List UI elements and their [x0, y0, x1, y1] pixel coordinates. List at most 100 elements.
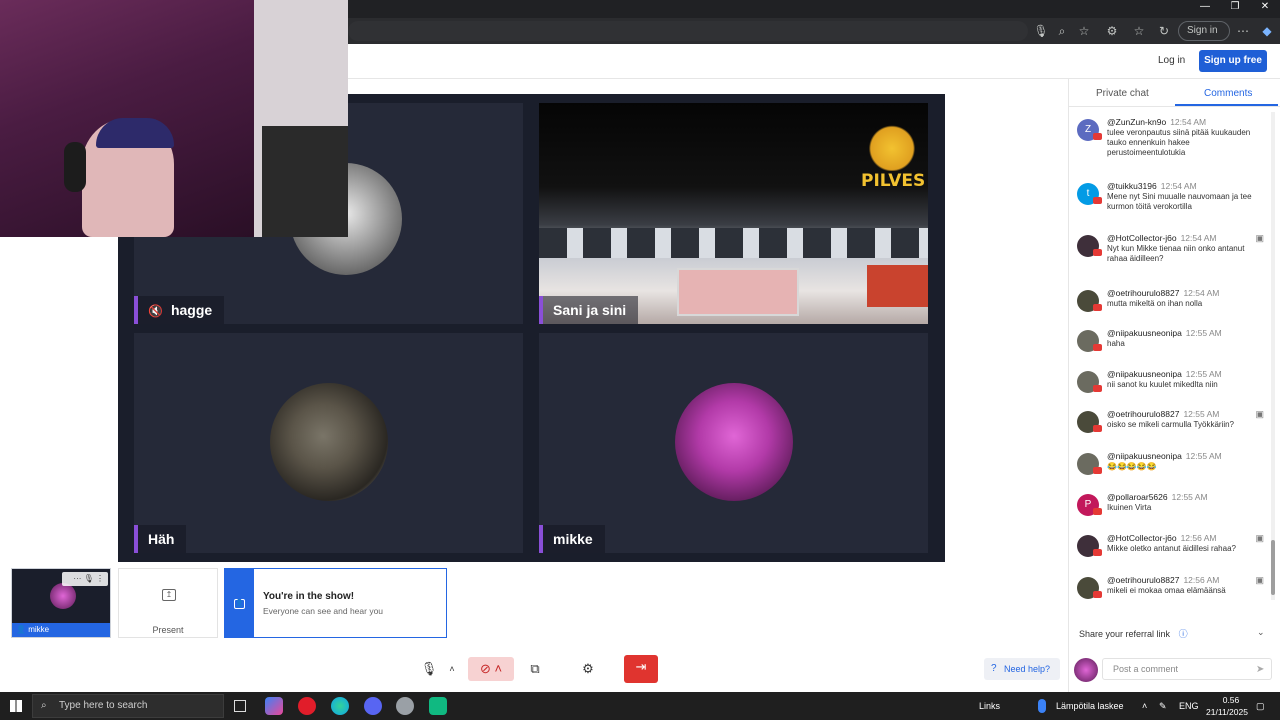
comment-text: Ikuinen Virta: [1107, 503, 1152, 512]
favorites-icon[interactable]: ☆: [1130, 22, 1148, 40]
leave-studio-button[interactable]: ⇥: [624, 655, 658, 683]
youtube-icon: [1093, 591, 1102, 598]
add-to-stage-icon[interactable]: ▣: [1255, 233, 1264, 244]
menu-icon[interactable]: ⋯: [1234, 22, 1252, 40]
close-window-button[interactable]: ✕: [1250, 0, 1280, 14]
participant-name-bar: mikke: [539, 525, 605, 553]
app-icon-edge[interactable]: [331, 697, 349, 715]
pen-icon[interactable]: ✎: [1159, 701, 1167, 712]
address-bar[interactable]: [348, 21, 1028, 41]
comment-item[interactable]: @oetrihourulo8827 12:55 AM oisko se mikeli…: [1077, 409, 1264, 447]
browser-signin-button[interactable]: Sign in: [1178, 21, 1230, 41]
comment-text: mutta mikeltä on ihan nolla: [1107, 299, 1203, 308]
referral-section[interactable]: Share your referral link ⓘ: [1079, 627, 1188, 640]
extensions-icon[interactable]: ⚙: [1103, 22, 1121, 40]
language-indicator[interactable]: ENG: [1179, 701, 1199, 711]
taskbar-search[interactable]: ⌕ Type here to search: [32, 694, 224, 718]
share-screen-icon: ⧉: [530, 661, 540, 676]
minimize-button[interactable]: —: [1190, 0, 1220, 14]
share-screen-button[interactable]: ⧉: [523, 657, 547, 681]
person-card-icon: 👤: [234, 599, 245, 609]
participant-tile-mikke[interactable]: mikke: [539, 333, 928, 553]
person-icon: 👤: [16, 625, 29, 634]
zoom-icon[interactable]: ⌕: [1053, 22, 1071, 40]
settings-button[interactable]: ⚙: [576, 657, 600, 681]
comment-item[interactable]: @HotCollector-j6o 12:56 AM Mikke oletko an…: [1077, 533, 1264, 571]
youtube-icon: [1093, 344, 1102, 351]
comment-username: @HotCollector-j6o: [1107, 533, 1177, 543]
comment-item[interactable]: @oetrihourulo8827 12:54 AM mutta mikeltä o…: [1077, 288, 1262, 326]
comment-time: 12:55 AM: [1185, 451, 1222, 461]
info-icon[interactable]: ⓘ: [1179, 629, 1188, 639]
need-help-button[interactable]: ? Need help?: [984, 658, 1060, 680]
comment-item[interactable]: @niipakuusneonipa 12:55 AM 😂😂😂😂😂: [1077, 451, 1262, 489]
comment-header: @HotCollector-j6o 12:54 AM: [1107, 233, 1217, 243]
scrollbar-thumb[interactable]: [1271, 540, 1275, 595]
comment-item[interactable]: P @pollaroar5626 12:55 AM Ikuinen Virta: [1077, 492, 1262, 530]
mic-icon[interactable]: 🎙: [1032, 22, 1050, 40]
comment-item[interactable]: @oetrihourulo8827 12:56 AM mikeli ei mokaa…: [1077, 575, 1264, 613]
mic-options-chevron-icon[interactable]: ˄: [446, 657, 458, 681]
comment-text: Mikke oletko antanut äidillesi rahaa?: [1107, 544, 1236, 553]
participant-name-bar: Häh: [134, 525, 187, 553]
webcam-cap: [96, 118, 174, 148]
send-icon[interactable]: ➤: [1256, 664, 1264, 675]
comment-item[interactable]: t @tuikku3196 12:54 AM Mene nyt Sini muuall…: [1077, 181, 1262, 219]
comment-header: @niipakuusneonipa 12:55 AM: [1107, 451, 1222, 461]
comment-item[interactable]: Z @ZunZun-kn9o 12:54 AM tulee veronpautus s…: [1077, 117, 1262, 157]
self-preview-tile[interactable]: ··· 🎙 ⋮ 👤 mikke: [11, 568, 111, 638]
participant-tile-sani-ja-sini[interactable]: PILVES Sani ja sini: [539, 103, 928, 324]
present-button[interactable]: ↥ Present: [118, 568, 218, 638]
comment-username: @oetrihourulo8827: [1107, 409, 1180, 419]
post-comment-input[interactable]: Post a comment: [1102, 658, 1272, 680]
self-tile-controls[interactable]: ··· 🎙 ⋮: [62, 572, 108, 586]
present-label: Present: [152, 625, 184, 635]
history-icon[interactable]: ↻: [1155, 22, 1173, 40]
youtube-icon: [1093, 467, 1102, 474]
comment-item[interactable]: @HotCollector-j6o 12:54 AM Nyt kun Mikke t…: [1077, 233, 1264, 271]
chevron-up-icon[interactable]: ˄: [1142, 701, 1147, 711]
app-icon-settings[interactable]: [396, 697, 414, 715]
signup-button[interactable]: Sign up free: [1199, 50, 1267, 72]
chevron-down-icon[interactable]: ⌄: [1257, 627, 1265, 638]
login-link[interactable]: Log in: [1158, 55, 1185, 66]
add-to-stage-icon[interactable]: ▣: [1255, 533, 1264, 544]
page-header: [348, 44, 1280, 79]
task-view-icon[interactable]: [234, 700, 246, 712]
links-toolbar[interactable]: Links: [979, 701, 1000, 711]
mic-toggle-button[interactable]: 🎙: [417, 657, 441, 681]
comment-item[interactable]: @niipakuusneonipa 12:55 AM nii sanot ku ku…: [1077, 369, 1262, 407]
clock-date[interactable]: 21/11/2025: [1202, 707, 1252, 717]
youtube-icon: [1093, 385, 1102, 392]
comment-text: haha: [1107, 339, 1125, 348]
participant-tile-hah[interactable]: Häh: [134, 333, 523, 553]
comment-username: @oetrihourulo8827: [1107, 288, 1180, 298]
comments-scrollbar[interactable]: [1271, 112, 1275, 600]
notifications-icon[interactable]: ▢: [1256, 701, 1265, 712]
maximize-button[interactable]: ❐: [1220, 0, 1250, 14]
tab-private-chat[interactable]: Private chat: [1096, 87, 1149, 101]
clock-time[interactable]: 0.56: [1214, 695, 1248, 705]
comment-username: @HotCollector-j6o: [1107, 233, 1177, 243]
star-icon[interactable]: ☆: [1075, 22, 1093, 40]
comment-time: 12:54 AM: [1183, 288, 1220, 298]
comment-item[interactable]: @niipakuusneonipa 12:55 AM haha: [1077, 328, 1262, 366]
copilot-icon[interactable]: ◆: [1258, 22, 1276, 40]
comment-time: 12:54 AM: [1180, 233, 1217, 243]
app-icon-discord[interactable]: [364, 697, 382, 715]
tab-comments[interactable]: Comments: [1204, 87, 1252, 101]
self-name: mikke: [28, 625, 50, 634]
windows-start-icon[interactable]: [10, 700, 22, 712]
post-comment-placeholder: Post a comment: [1113, 664, 1179, 674]
camera-toggle-button[interactable]: ⊘ ˄: [468, 657, 514, 681]
youtube-icon: [1093, 549, 1102, 556]
add-to-stage-icon[interactable]: ▣: [1255, 575, 1264, 586]
app-icon-opera[interactable]: [298, 697, 316, 715]
weather-text[interactable]: Lämpötila laskee: [1056, 701, 1124, 711]
app-icon-copilot[interactable]: [265, 697, 283, 715]
add-to-stage-icon[interactable]: ▣: [1255, 409, 1264, 420]
comment-text: oisko se mikeli carmulla Työkkäriin?: [1107, 420, 1235, 429]
youtube-icon: [1093, 508, 1102, 515]
app-icon-streamlabs[interactable]: [429, 697, 447, 715]
webcam-overlay: [0, 0, 348, 237]
